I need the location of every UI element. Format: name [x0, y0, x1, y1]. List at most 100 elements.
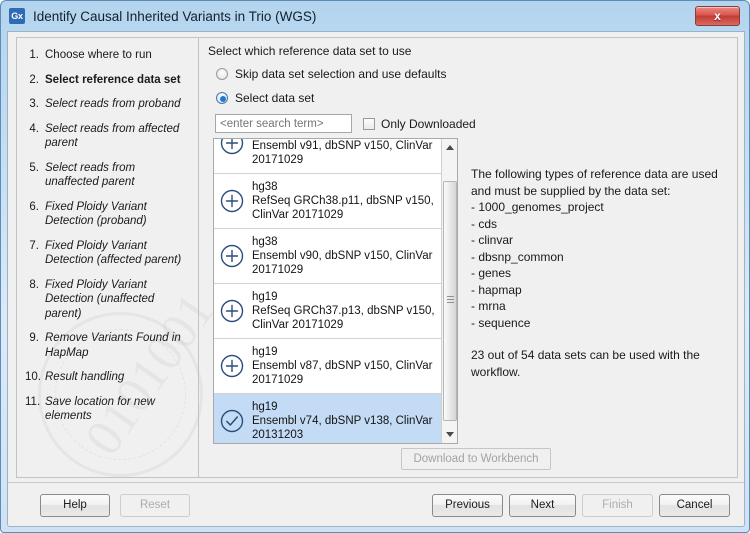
reset-button: Reset [120, 494, 190, 517]
plus-circle-icon[interactable] [220, 139, 244, 155]
plus-circle-icon[interactable] [220, 244, 244, 268]
radio-skip-defaults-indicator[interactable] [216, 68, 228, 80]
wizard-step-8[interactable]: 8. Fixed Ploidy Variant Detection (unaffe… [25, 278, 192, 322]
wizard-step-number: 8. [29, 278, 39, 291]
dataset-item-text: hg38 Ensembl v90, dbSNP v150, ClinVar 201… [252, 235, 438, 277]
dialog-content: 0101001 1. Choose where to run 2. Select re… [8, 32, 744, 484]
scrollbar-thumb[interactable] [443, 181, 457, 421]
wizard-step-label: Select reference data set [45, 73, 181, 86]
reference-data-panel: Select which reference data set to use S… [199, 37, 738, 478]
wizard-step-7[interactable]: 7. Fixed Ploidy Variant Detection (affect… [25, 239, 192, 268]
app-icon: Gx [9, 8, 25, 24]
dataset-list-item[interactable]: hg19 RefSeq GRCh37.p13, dbSNP v150, ClinV… [214, 284, 442, 339]
dataset-item-title: hg38 [252, 181, 278, 193]
plus-circle-icon[interactable] [220, 354, 244, 378]
dataset-item-title: hg19 [252, 291, 278, 303]
dataset-list-item[interactable]: hg38 Ensembl v90, dbSNP v150, ClinVar 201… [214, 229, 442, 284]
plus-circle-icon[interactable] [220, 299, 244, 323]
info-summary: 23 out of 54 data sets can be used with … [471, 348, 700, 379]
info-type-item: - mrna [471, 299, 506, 313]
radio-select-data-set-label: Select data set [235, 91, 315, 105]
wizard-step-3[interactable]: 3. Select reads from proband [25, 97, 192, 112]
dataset-list-item[interactable]: hg19 Ensembl v87, dbSNP v150, ClinVar 201… [214, 339, 442, 394]
info-type-item: - hapmap [471, 282, 522, 297]
dataset-item-description: Ensembl v87, dbSNP v150, ClinVar 2017102… [252, 360, 433, 386]
search-input[interactable] [215, 114, 352, 133]
info-type-item: - genes [471, 266, 512, 280]
wizard-step-number: 7. [29, 239, 39, 252]
wizard-steps-panel: 1. Choose where to run 2. Select reference … [16, 37, 198, 478]
dataset-item-text: hg19 Ensembl v87, dbSNP v150, ClinVar 201… [252, 345, 438, 387]
wizard-step-label: Save location for new elements [45, 395, 155, 423]
info-type-item: - dbsnp_common [471, 249, 564, 264]
wizard-step-number: 5. [29, 161, 39, 174]
radio-select-data-set[interactable]: Select data set [216, 91, 314, 105]
dataset-item-description: RefSeq GRCh37.p13, dbSNP v150, ClinVar 2… [252, 305, 435, 331]
info-type-list: - 1000_genomes_project - cds - clinvar - db… [471, 199, 721, 331]
dataset-item-text: hg19 Ensembl v74, dbSNP v138, ClinVar 201… [252, 400, 438, 442]
wizard-step-label: Remove Variants Found in HapMap [45, 332, 181, 359]
window-title: Identify Causal Inherited Variants in Tr… [33, 8, 317, 24]
wizard-step-4[interactable]: 4. Select reads from affected parent [25, 122, 192, 151]
previous-button[interactable]: Previous [432, 494, 503, 517]
next-button[interactable]: Next [509, 494, 576, 517]
download-to-workbench-button[interactable]: Download to Workbench [401, 448, 551, 470]
wizard-step-number: 1. [29, 49, 39, 61]
cancel-button[interactable]: Cancel [659, 494, 730, 517]
wizard-step-label: Fixed Ploidy Variant Detection (unaffect… [45, 278, 155, 320]
radio-skip-defaults[interactable]: Skip data set selection and use defaults [216, 67, 446, 81]
dataset-list[interactable]: Ensembl v91, dbSNP v150, ClinVar 2017102… [213, 138, 458, 444]
search-row: Only Downloaded [215, 114, 476, 133]
dataset-item-description: Ensembl v90, dbSNP v150, ClinVar 2017102… [252, 250, 433, 276]
wizard-step-number: 9. [29, 332, 39, 344]
wizard-step-label: Choose where to run [45, 49, 152, 61]
dataset-item-text: Ensembl v91, dbSNP v150, ClinVar 2017102… [252, 139, 438, 167]
dataset-list-item[interactable]: hg38 RefSeq GRCh38.p11, dbSNP v150, ClinV… [214, 174, 442, 229]
scrollbar-grip-icon [447, 296, 454, 306]
reference-data-info: The following types of reference data ar… [471, 166, 721, 380]
wizard-window: Gx Identify Causal Inherited Variants in… [0, 0, 750, 533]
help-button[interactable]: Help [40, 494, 110, 517]
wizard-step-2[interactable]: 2. Select reference data set [25, 73, 192, 88]
info-type-item: - cds [471, 216, 498, 231]
radio-select-data-set-indicator[interactable] [216, 92, 228, 104]
info-type-item: - clinvar [471, 233, 514, 247]
close-icon[interactable]: x [695, 6, 740, 26]
radio-skip-defaults-label: Skip data set selection and use defaults [235, 67, 447, 81]
only-downloaded-label: Only Downloaded [381, 116, 476, 131]
scroll-up-icon[interactable] [442, 139, 457, 155]
dialog-footer: Help Reset Previous Next Finish Cancel [8, 482, 744, 526]
info-type-item: - sequence [471, 315, 531, 330]
dataset-item-description: Ensembl v74, dbSNP v138, ClinVar 2013120… [252, 415, 433, 441]
title-bar: Gx Identify Causal Inherited Variants in… [1, 1, 749, 31]
wizard-step-label: Fixed Ploidy Variant Detection (proband) [45, 200, 147, 228]
wizard-step-1[interactable]: 1. Choose where to run [25, 48, 192, 63]
wizard-step-number: 4. [29, 122, 39, 135]
wizard-step-11[interactable]: 11. Save location for new elements [25, 395, 192, 424]
wizard-step-9[interactable]: 9. Remove Variants Found in HapMap [25, 331, 192, 360]
dataset-item-description: Ensembl v91, dbSNP v150, ClinVar 2017102… [252, 140, 433, 166]
wizard-step-number: 6. [29, 200, 39, 213]
only-downloaded-checkbox-box[interactable] [363, 117, 375, 130]
check-circle-icon[interactable] [220, 409, 244, 433]
finish-button: Finish [582, 494, 653, 517]
wizard-step-label: Result handling [45, 371, 125, 383]
dataset-list-item[interactable]: Ensembl v91, dbSNP v150, ClinVar 2017102… [214, 139, 442, 174]
info-intro: The following types of reference data ar… [471, 167, 718, 198]
wizard-step-label: Select reads from affected parent [45, 122, 180, 150]
plus-circle-icon[interactable] [220, 189, 244, 213]
scroll-down-icon[interactable] [442, 427, 457, 443]
wizard-step-number: 3. [29, 98, 39, 110]
wizard-step-10[interactable]: 10. Result handling [25, 370, 192, 385]
panel-heading: Select which reference data set to use [208, 44, 412, 58]
wizard-steps-list: 1. Choose where to run 2. Select reference … [17, 38, 198, 424]
dataset-list-scrollbar[interactable] [441, 139, 457, 443]
wizard-step-6[interactable]: 6. Fixed Ploidy Variant Detection (proban… [25, 200, 192, 229]
dataset-list-viewport: Ensembl v91, dbSNP v150, ClinVar 2017102… [214, 139, 442, 443]
dataset-item-description: RefSeq GRCh38.p11, dbSNP v150, ClinVar 2… [252, 195, 434, 221]
wizard-step-number: 2. [29, 73, 39, 86]
wizard-step-label: Select reads from unaffected parent [45, 161, 136, 189]
dataset-list-item[interactable]: hg19 Ensembl v74, dbSNP v138, ClinVar 201… [214, 394, 442, 443]
only-downloaded-checkbox[interactable]: Only Downloaded [363, 117, 476, 131]
wizard-step-5[interactable]: 5. Select reads from unaffected parent [25, 161, 192, 190]
